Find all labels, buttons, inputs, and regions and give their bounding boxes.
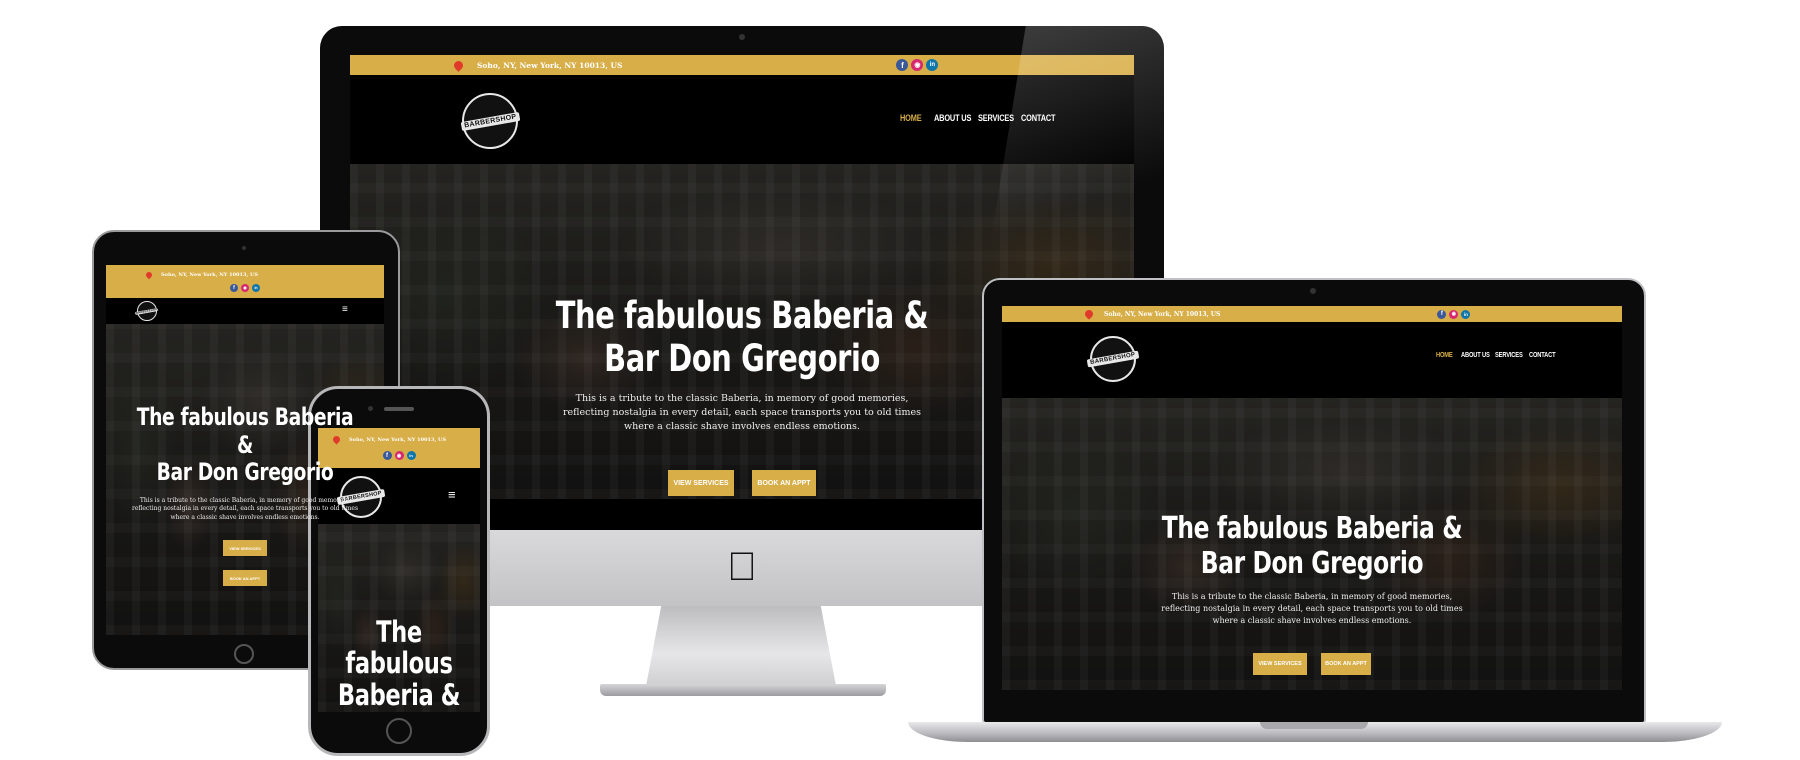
instagram-icon[interactable]: ◉ — [241, 283, 249, 292]
tablet-home-button — [234, 644, 254, 664]
view-services-button[interactable]: VIEW SERVICES — [223, 540, 267, 557]
main-navbar: BARBERSHOP ≡ — [106, 298, 384, 324]
hero-buttons: VIEW SERVICES BOOK AN APPT — [350, 470, 1134, 497]
nav-about[interactable]: ABOUT US — [1461, 352, 1490, 359]
facebook-icon[interactable]: f — [230, 283, 238, 292]
hero-title: The fabulous Baberia & Bar Don Gregorio — [555, 294, 929, 380]
hamburger-menu-icon[interactable]: ≡ — [342, 305, 348, 315]
nav-about[interactable]: ABOUT US — [934, 113, 971, 123]
social-links: f ◉ in — [896, 59, 939, 71]
address-text: Soho, NY, New York, NY 10013, US — [161, 271, 258, 278]
hero-content: The fabulous Baberia & Bar Don Gregorio … — [1002, 511, 1622, 675]
laptop-camera — [1310, 288, 1316, 294]
hero-title: The fabulous Baberia & Bar Don Gregorio — [1161, 511, 1463, 581]
facebook-icon[interactable]: f — [1437, 309, 1447, 319]
book-appt-button[interactable]: BOOK AN APPT — [1321, 653, 1371, 675]
hero-content: The fabulous Baberia & Bar Don Gregorio … — [350, 294, 1134, 497]
hero-description: This is a tribute to the classic Baberia… — [1161, 592, 1463, 625]
social-links: f ◉ in — [230, 283, 260, 292]
instagram-icon[interactable]: ◉ — [1449, 309, 1459, 319]
device-mockup-stage:  Soho, NY, New York, NY 10013, US f ◉ i… — [0, 0, 1800, 760]
imac-stand-neck — [646, 606, 836, 686]
view-services-button[interactable]: VIEW SERVICES — [1253, 653, 1307, 675]
imac-stand-foot — [600, 684, 886, 696]
linkedin-icon[interactable]: in — [252, 283, 260, 292]
location-pin-icon — [144, 270, 154, 279]
instagram-icon[interactable]: ◉ — [911, 59, 924, 71]
imac-camera — [739, 34, 745, 40]
logo-text: BARBERSHOP — [135, 307, 159, 315]
nav-services[interactable]: SERVICES — [978, 113, 1014, 123]
facebook-icon[interactable]: f — [896, 59, 909, 71]
nav-menu: HOME ABOUT US SERVICES CONTACT — [1436, 352, 1557, 359]
view-services-button[interactable]: VIEW SERVICES — [668, 470, 734, 497]
book-appt-button[interactable]: BOOK AN APPT — [752, 470, 816, 497]
social-links: f ◉ in — [1437, 309, 1471, 319]
nav-services[interactable]: SERVICES — [1495, 352, 1523, 359]
address-text: Soho, NY, New York, NY 10013, US — [477, 60, 623, 70]
hero-title: The fabulous Baberia & Bar Don — [337, 615, 461, 712]
address-row: Soho, NY, New York, NY 10013, US — [144, 270, 258, 279]
address-bar: Soho, NY, New York, NY 10013, US f ◉ in — [350, 55, 1134, 75]
nav-contact[interactable]: CONTACT — [1021, 113, 1056, 123]
hero-buttons: VIEW SERVICES BOOK AN APPT — [1002, 653, 1622, 675]
hero-description: This is a tribute to the classic Baberia… — [563, 393, 921, 433]
hero-buttons: VIEW SERVICES BOOK AN APPT — [106, 540, 384, 587]
hero-content: The fabulous Baberia & Bar Don — [318, 615, 480, 712]
barbershop-logo[interactable]: BARBERSHOP — [460, 93, 520, 149]
address-bar: Soho, NY, New York, NY 10013, US f ◉ in — [106, 265, 384, 298]
barbershop-logo[interactable]: BARBERSHOP — [135, 301, 159, 321]
linkedin-icon[interactable]: in — [1461, 309, 1471, 319]
hero-title: The fabulous Baberia & Bar Don Gregorio — [136, 403, 354, 487]
nav-contact[interactable]: CONTACT — [1529, 352, 1556, 359]
hero-section: The fabulous Baberia & Bar Don Gregorio … — [350, 164, 1134, 499]
location-pin-icon — [452, 58, 465, 72]
apple-logo-icon:  — [722, 547, 762, 587]
nav-menu: HOME ABOUT US SERVICES CONTACT — [900, 113, 1056, 123]
phone-home-button — [386, 718, 412, 744]
tablet-camera — [242, 246, 246, 250]
laptop-opening-notch — [1260, 722, 1368, 729]
nav-home[interactable]: HOME — [1436, 352, 1453, 359]
logo-text: BARBERSHOP — [460, 111, 520, 131]
linkedin-icon[interactable]: in — [926, 59, 939, 71]
tablet-website: Soho, NY, New York, NY 10013, US f ◉ in … — [106, 265, 384, 635]
nav-home[interactable]: HOME — [900, 113, 922, 123]
main-navbar: BARBERSHOP HOME ABOUT US SERVICES CONTAC… — [350, 75, 1134, 164]
book-appt-button[interactable]: BOOK AN APPT — [223, 570, 267, 587]
hero-content: The fabulous Baberia & Bar Don Gregorio … — [106, 403, 384, 587]
hero-description: This is a tribute to the classic Baberia… — [131, 496, 359, 521]
